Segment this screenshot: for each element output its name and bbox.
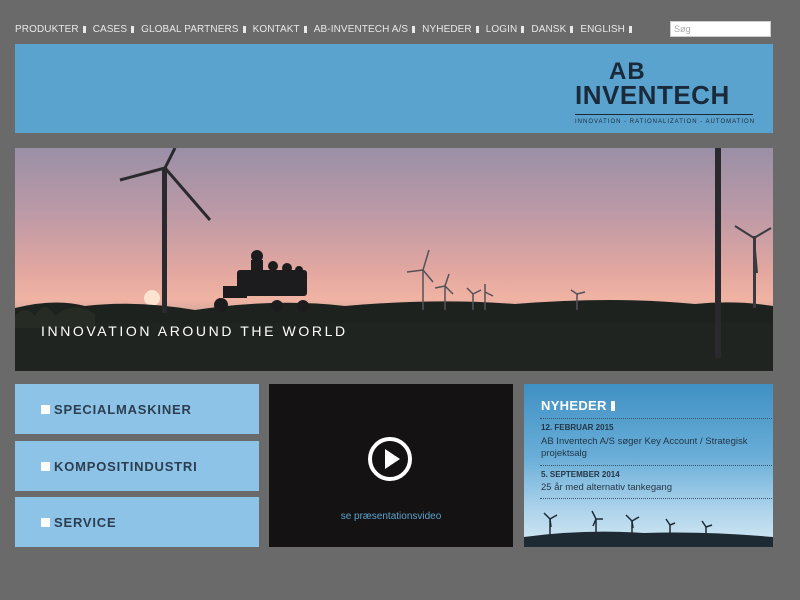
menu-button-kompositindustri[interactable]: KOMPOSITINDUSTRI (15, 441, 259, 491)
news-date: 5. SEPTEMBER 2014 (541, 470, 620, 479)
title-marker-icon (610, 400, 615, 411)
nav-item-global-partners[interactable]: GLOBAL PARTNERS (141, 24, 246, 35)
bullet-square-icon (41, 404, 50, 414)
news-item-link[interactable]: 25 år med alternativ tankegang (541, 482, 767, 494)
nav-separator (131, 25, 135, 33)
presentation-video[interactable]: se præsentationsvideo (269, 384, 513, 547)
nav-item-nyheder[interactable]: NYHEDER (422, 24, 479, 35)
nav-separator (570, 25, 574, 33)
nav-separator (521, 25, 525, 33)
top-navigation: PRODUKTER CASES GLOBAL PARTNERS KONTAKT … (15, 22, 639, 36)
header-banner: AB INVENTECH INNOVATION - RATIONALIZATIO… (15, 44, 773, 133)
wind-turbines-illustration (524, 510, 773, 547)
bullet-square-icon (41, 517, 50, 527)
video-link[interactable]: se præsentationsvideo (269, 511, 513, 522)
nav-item-dansk[interactable]: DANSK (531, 24, 574, 35)
hero-image: INNOVATION AROUND THE WORLD (15, 148, 773, 371)
nav-item-produkter[interactable]: PRODUKTER (15, 24, 86, 35)
nav-separator (303, 25, 307, 33)
nav-item-cases[interactable]: CASES (93, 24, 135, 35)
menu-button-service[interactable]: SERVICE (15, 497, 259, 547)
logo-name: INVENTECH (575, 80, 730, 110)
menu-button-specialmaskiner[interactable]: SPECIALMASKINER (15, 384, 259, 434)
logo-divider (575, 114, 753, 115)
nav-separator (412, 25, 416, 33)
search-input[interactable] (670, 21, 771, 37)
nav-separator (82, 25, 86, 33)
hero-caption: INNOVATION AROUND THE WORLD (41, 323, 348, 339)
logo-ab: AB (609, 58, 646, 85)
nav-item-ab-inventech[interactable]: AB-INVENTECH A/S (314, 24, 416, 35)
news-divider (540, 498, 772, 499)
news-divider (540, 418, 772, 419)
bullet-square-icon (41, 461, 50, 471)
nav-separator (242, 25, 246, 33)
play-icon[interactable] (367, 436, 413, 482)
news-title[interactable]: NYHEDER (541, 398, 615, 413)
news-panel: NYHEDER 12. FEBRUAR 2015 AB Inventech A/… (524, 384, 773, 547)
news-date: 12. FEBRUAR 2015 (541, 423, 614, 432)
nav-item-kontakt[interactable]: KONTAKT (253, 24, 307, 35)
company-logo[interactable]: AB INVENTECH INNOVATION - RATIONALIZATIO… (575, 58, 756, 125)
nav-item-english[interactable]: ENGLISH (580, 24, 632, 35)
nav-item-login[interactable]: LOGIN (486, 24, 525, 35)
news-divider (540, 465, 772, 466)
nav-separator (475, 25, 479, 33)
nav-separator (628, 25, 632, 33)
news-item-link[interactable]: AB Inventech A/S søger Key Account / Str… (541, 436, 767, 460)
logo-tagline: INNOVATION - RATIONALIZATION - AUTOMATIO… (575, 119, 756, 125)
